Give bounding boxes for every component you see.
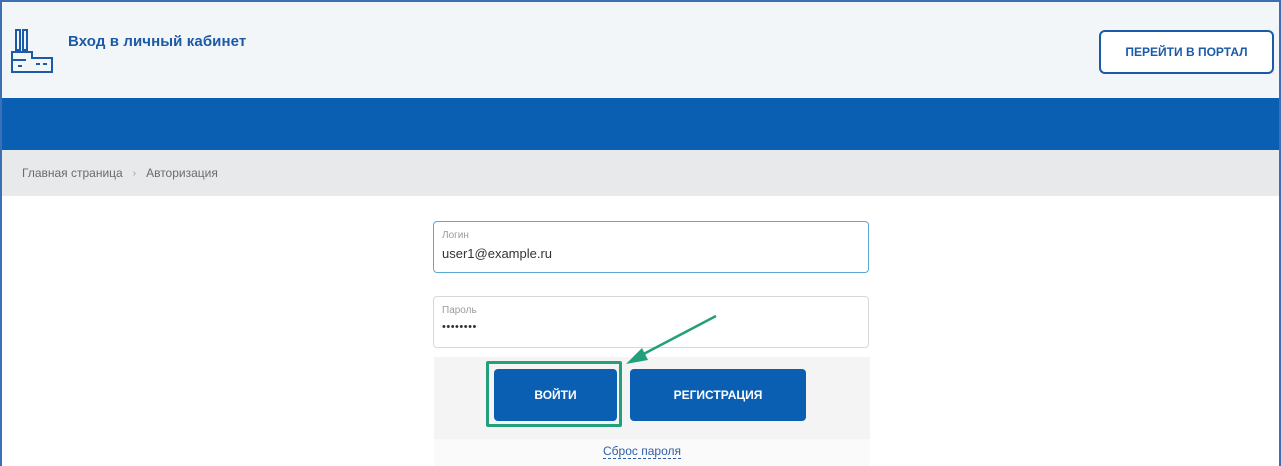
factory-icon <box>11 29 53 73</box>
login-input[interactable] <box>442 246 842 261</box>
go-to-portal-button[interactable]: ПЕРЕЙТИ В ПОРТАЛ <box>1099 30 1274 74</box>
arrow-icon <box>626 314 717 364</box>
header: Вход в личный кабинет ПЕРЕЙТИ В ПОРТАЛ <box>2 2 1279 98</box>
password-label: Пароль <box>442 305 477 316</box>
breadcrumb-separator: › <box>132 167 137 179</box>
nav-band <box>2 98 1279 150</box>
breadcrumb-current: Авторизация <box>146 166 218 180</box>
login-field[interactable]: Логин <box>433 221 869 273</box>
breadcrumb-home-link[interactable]: Главная страница <box>22 166 123 180</box>
register-button[interactable]: РЕГИСТРАЦИЯ <box>630 369 806 421</box>
login-label: Логин <box>442 230 469 241</box>
reset-password-link[interactable]: Сброс пароля <box>603 444 681 459</box>
breadcrumb: Главная страница › Авторизация <box>2 150 1279 196</box>
page-frame: Вход в личный кабинет ПЕРЕЙТИ В ПОРТАЛ Г… <box>0 0 1281 466</box>
login-button-highlight <box>486 361 622 427</box>
page-title: Вход в личный кабинет <box>68 33 247 50</box>
